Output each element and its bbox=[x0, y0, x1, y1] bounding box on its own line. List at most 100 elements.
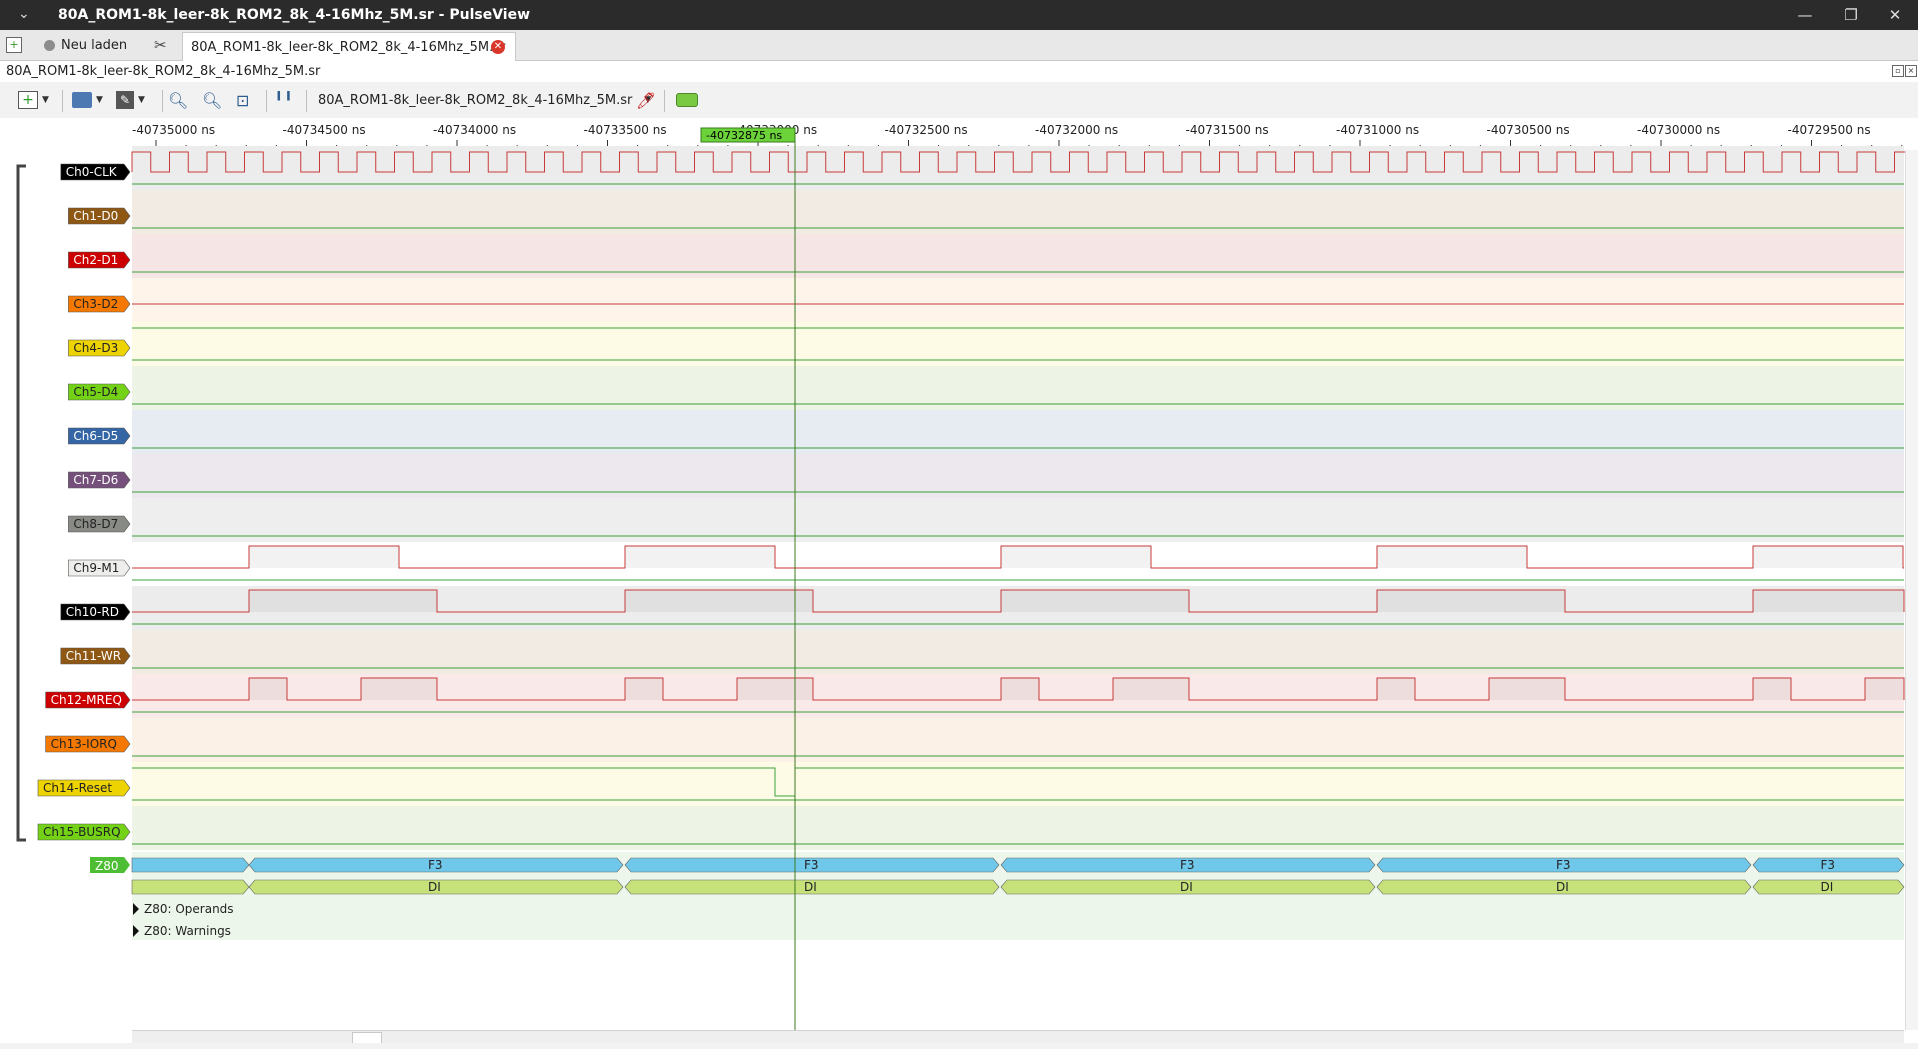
session-name: 80A_ROM1-8k_leer-8k_ROM2_8k_4-16Mhz_5M.s… bbox=[6, 64, 321, 79]
decoder-annotation[interactable]: DI bbox=[1376, 879, 1752, 895]
ruler-tick-label: -40732500 ns bbox=[885, 123, 968, 137]
channel-name: Ch7-D6 bbox=[73, 473, 118, 487]
decoder-annotation-value: F3 bbox=[1180, 858, 1195, 872]
save-icon: ✎ bbox=[116, 91, 134, 109]
reload-icon bbox=[44, 39, 55, 51]
decoder-annotation[interactable]: DI bbox=[624, 879, 1000, 895]
channel-label-ch2-d1[interactable]: Ch2-D1 bbox=[68, 251, 131, 269]
session-header: 80A_ROM1-8k_leer-8k_ROM2_8k_4-16Mhz_5M.s… bbox=[0, 61, 1918, 82]
session-tab[interactable]: 80A_ROM1-8k_leer-8k_ROM2_8k_4-16Mhz_5M.s… bbox=[182, 32, 516, 61]
channel-label-ch13-iorq[interactable]: Ch13-IORQ bbox=[45, 735, 131, 753]
reload-label: Neu laden bbox=[61, 37, 128, 53]
channel-label-ch3-d2[interactable]: Ch3-D2 bbox=[68, 295, 131, 313]
zoom-fit-button[interactable]: ⊡ bbox=[236, 89, 249, 111]
new-session-button[interactable]: + bbox=[6, 34, 22, 56]
channel-name: Ch9-M1 bbox=[73, 561, 119, 575]
close-icon[interactable]: ✕ bbox=[1880, 4, 1910, 26]
tools-icon: ✂ bbox=[154, 36, 167, 54]
horizontal-scrollbar[interactable] bbox=[132, 1030, 1904, 1044]
minimize-icon[interactable]: — bbox=[1790, 4, 1820, 26]
add-decoder-button[interactable] bbox=[676, 89, 698, 111]
channel-name: Ch6-D5 bbox=[73, 429, 118, 443]
decoder-annotation-value: F3 bbox=[1821, 858, 1836, 872]
channel-name: Ch3-D2 bbox=[73, 297, 118, 311]
decoder-annotation-value: F3 bbox=[804, 858, 819, 872]
channel-label-ch6-d5[interactable]: Ch6-D5 bbox=[68, 427, 131, 445]
zoom-in-button[interactable]: 🔍︎ bbox=[168, 89, 188, 111]
ruler-tick-label: -40734500 ns bbox=[283, 123, 366, 137]
channel-name: Ch4-D3 bbox=[73, 341, 118, 355]
channel-label-ch10-rd[interactable]: Ch10-RD bbox=[60, 603, 131, 621]
open-icon bbox=[72, 92, 92, 108]
toolbar-separator bbox=[162, 90, 163, 112]
decoder-annotation-value: DI bbox=[1180, 880, 1193, 894]
decoder-annotation[interactable]: F3 bbox=[1000, 857, 1376, 873]
maximize-icon[interactable]: ❐ bbox=[1836, 4, 1866, 26]
ruler-tick-label: -40732000 ns bbox=[1035, 123, 1118, 137]
settings-button[interactable]: ✂ bbox=[154, 34, 167, 56]
channel-label-ch14-reset[interactable]: Ch14-Reset bbox=[37, 779, 131, 797]
channel-name: Ch5-D4 bbox=[73, 385, 118, 399]
window-title: 80A_ROM1-8k_leer-8k_ROM2_8k_4-16Mhz_5M.s… bbox=[58, 7, 531, 23]
decoder-annotation-value: DI bbox=[428, 880, 441, 894]
decoder-annotation[interactable]: F3 bbox=[624, 857, 1000, 873]
channel-label-ch15-busrq[interactable]: Ch15-BUSRQ bbox=[37, 823, 131, 841]
vertical-scrollbar[interactable] bbox=[1905, 150, 1918, 1030]
channel-label-ch4-d3[interactable]: Ch4-D3 bbox=[68, 339, 131, 357]
channel-name: Ch14-Reset bbox=[43, 781, 112, 795]
channel-label-ch9-m1[interactable]: Ch9-M1 bbox=[68, 559, 131, 577]
decoder-row-label[interactable]: Z80: Operands bbox=[144, 902, 234, 916]
channel-label-ch7-d6[interactable]: Ch7-D6 bbox=[68, 471, 131, 489]
channel-label-ch5-d4[interactable]: Ch5-D4 bbox=[68, 383, 131, 401]
channel-label-ch1-d0[interactable]: Ch1-D0 bbox=[68, 207, 131, 225]
zoom-fit-icon: ⊡ bbox=[236, 90, 250, 110]
decoder-annotation-value: DI bbox=[804, 880, 817, 894]
decoder-name: Z80 bbox=[95, 859, 119, 873]
channel-name: Ch12-MREQ bbox=[51, 693, 122, 707]
channel-name: Ch11-WR bbox=[66, 649, 121, 663]
add-view-button[interactable]: + ▼ bbox=[18, 89, 49, 111]
channel-label-ch0-clk[interactable]: Ch0-CLK bbox=[60, 163, 131, 181]
channel-label-ch12-mreq[interactable]: Ch12-MREQ bbox=[45, 691, 131, 709]
ruler-tick-label: -40731500 ns bbox=[1186, 123, 1269, 137]
cursor-button[interactable]: ╹╹ bbox=[274, 89, 293, 111]
decoder-annotation[interactable]: DI bbox=[248, 879, 624, 895]
decoder-annotation-value: DI bbox=[1556, 880, 1569, 894]
decoder-annotation[interactable]: F3 bbox=[1752, 857, 1905, 873]
chevron-down-icon[interactable]: ⌄ bbox=[18, 6, 30, 22]
zoom-out-button[interactable]: 🔍︎ bbox=[202, 89, 222, 111]
save-button[interactable]: ✎ ▼ bbox=[116, 89, 145, 111]
close-dock-icon[interactable]: × bbox=[1905, 65, 1917, 77]
add-view-icon: + bbox=[18, 91, 38, 109]
decoder-label[interactable]: Z80 bbox=[90, 857, 130, 873]
main-toolbar: + ▼ ▼ ✎ ▼ 🔍︎ 🔍︎ ⊡ ╹╹ 80A_ROM1-8k_leer-8k_R… bbox=[0, 82, 1918, 119]
zoom-out-icon: 🔍︎ bbox=[202, 90, 223, 110]
device-probe-button[interactable]: 🖊︎ bbox=[636, 89, 656, 111]
dropdown-arrow-icon: ▼ bbox=[138, 95, 145, 105]
decoder-annotation[interactable]: DI bbox=[1000, 879, 1376, 895]
time-ruler[interactable]: -40735000 ns -40734500 ns -40734000 ns -407… bbox=[0, 118, 1918, 150]
decoder-row-label[interactable]: Z80: Warnings bbox=[144, 924, 231, 938]
channel-labels[interactable]: Ch0-CLK Ch1-D0 Ch2-D1 Ch3-D2 Ch4-D3 Ch5-D4 Ch6… bbox=[16, 163, 131, 842]
decoder-add-icon bbox=[676, 93, 698, 107]
ruler-tick-label: -40729500 ns bbox=[1788, 123, 1871, 137]
toolbar-separator bbox=[306, 90, 307, 112]
device-select[interactable]: 80A_ROM1-8k_leer-8k_ROM2_8k_4-16Mhz_5M.s… bbox=[318, 89, 651, 111]
channel-label-ch11-wr[interactable]: Ch11-WR bbox=[60, 647, 131, 665]
decoder-annotation[interactable]: F3 bbox=[1376, 857, 1752, 873]
channel-label-ch8-d7[interactable]: Ch8-D7 bbox=[68, 515, 131, 533]
decoder-annotation[interactable]: DI bbox=[1752, 879, 1905, 895]
ruler-tick-label: -40730500 ns bbox=[1487, 123, 1570, 137]
device-file-label: 80A_ROM1-8k_leer-8k_ROM2_8k_4-16Mhz_5M.s… bbox=[318, 92, 633, 108]
device-probe-icon: 🖊︎ bbox=[636, 90, 657, 110]
trace-view[interactable]: -40735000 ns -40734500 ns -40734000 ns -407… bbox=[0, 118, 1918, 1043]
open-button[interactable]: ▼ bbox=[72, 89, 103, 111]
tab-bar: + Neu laden ✂ 80A_ROM1-8k_leer-8k_ROM2_8… bbox=[0, 30, 1918, 61]
close-tab-icon[interactable]: ✕ bbox=[491, 40, 505, 54]
float-icon[interactable]: ▫ bbox=[1892, 65, 1904, 77]
cursor-label: -40732875 ns bbox=[706, 129, 782, 142]
channel-name: Ch2-D1 bbox=[73, 253, 118, 267]
ruler-tick-label: -40731000 ns bbox=[1336, 123, 1419, 137]
decoder-annotation[interactable]: F3 bbox=[248, 857, 624, 873]
reload-button[interactable]: Neu laden bbox=[44, 34, 127, 56]
